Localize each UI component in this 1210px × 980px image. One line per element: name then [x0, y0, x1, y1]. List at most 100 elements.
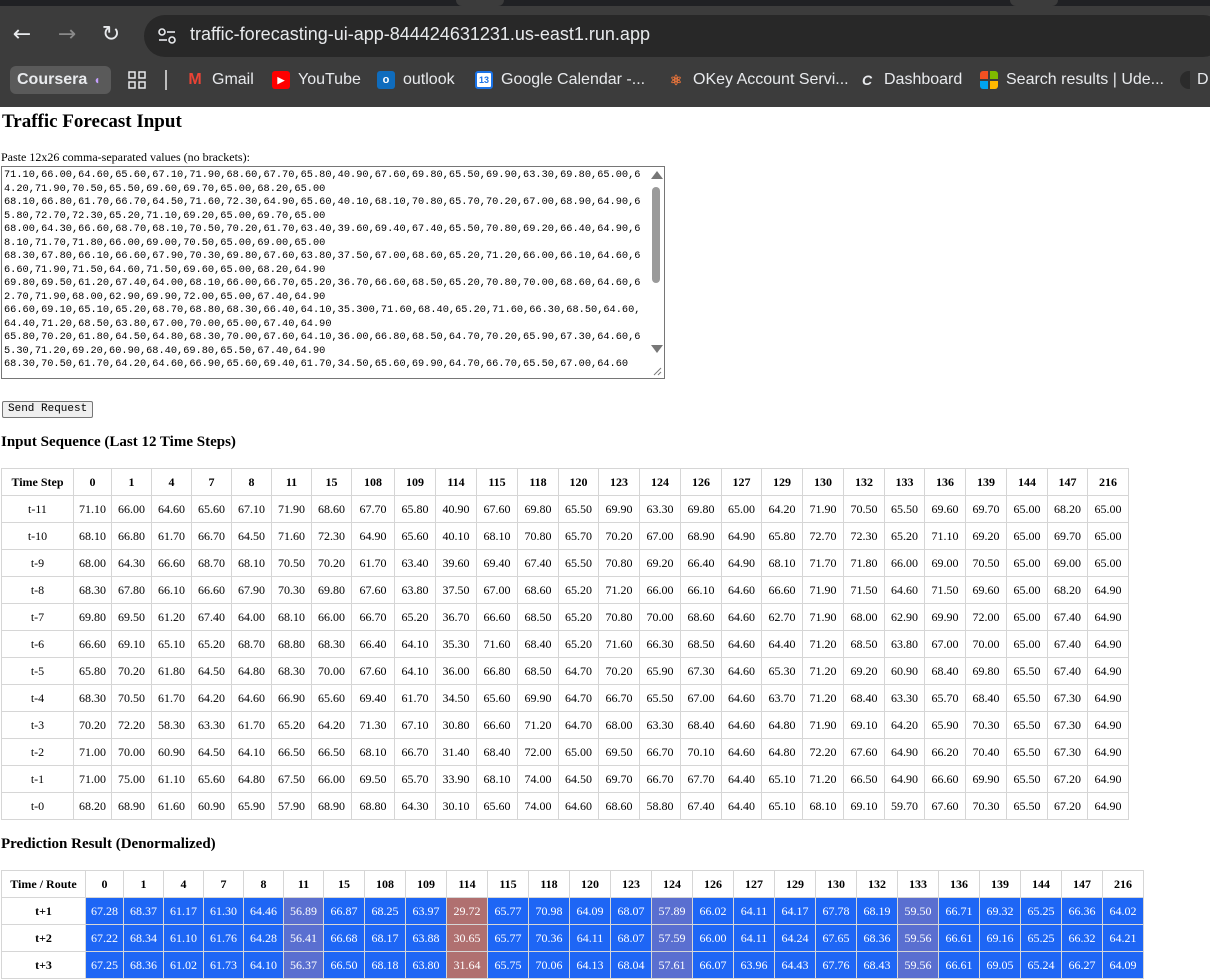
- table-cell: 67.60: [351, 657, 395, 685]
- table-cell: 70.80: [598, 549, 640, 577]
- table-cell: 64.20: [761, 495, 803, 523]
- table-cell: 67.80: [111, 576, 152, 604]
- table-cell: 69.10: [843, 792, 885, 820]
- table-cell: 71.00: [73, 738, 112, 766]
- okey-icon: ⚛: [669, 71, 683, 88]
- scroll-up-arrow-icon[interactable]: [651, 171, 663, 179]
- table-cell: 65.90: [231, 792, 272, 820]
- table-cell: 71.90: [271, 495, 312, 523]
- tab-edge: [456, 0, 504, 6]
- table-cell: 68.00: [843, 603, 885, 631]
- input-sequence-table: Time Step 0 1 4 7 8 11 15 108 109 114 115 118 120 123 1…: [1, 468, 1129, 820]
- table-cell: 66.68: [323, 924, 365, 952]
- row-label: t-4: [1, 684, 74, 712]
- table-cell: 72.00: [517, 738, 559, 766]
- table-cell: 65.50: [884, 495, 925, 523]
- forward-arrow-icon[interactable]: →: [54, 22, 80, 48]
- table-cell: 66.00: [311, 765, 352, 793]
- bookmark-youtube[interactable]: ▶ YouTube: [272, 66, 361, 94]
- table-cell: 61.76: [203, 924, 244, 952]
- send-request-button[interactable]: Send Request: [2, 401, 94, 418]
- reload-icon[interactable]: ↻: [98, 22, 124, 48]
- table-cell: 67.30: [1047, 684, 1088, 712]
- back-arrow-icon[interactable]: ←: [9, 22, 35, 48]
- table-cell: 64.50: [191, 738, 232, 766]
- bookmark-d[interactable]: D: [1180, 66, 1209, 94]
- table-cell: 69.80: [311, 576, 352, 604]
- site-settings-icon[interactable]: [156, 25, 178, 47]
- table-cell: 68.70: [191, 549, 232, 577]
- table-cell: 64.28: [243, 924, 284, 952]
- table-cell: 67.25: [85, 951, 124, 979]
- column-header: 1: [123, 870, 164, 898]
- bookmark-search-results[interactable]: Search results | Ude...: [980, 66, 1164, 94]
- bookmark-dashboard[interactable]: C Dashboard: [858, 66, 962, 94]
- table-cell: 69.40: [351, 684, 395, 712]
- table-cell: 67.40: [517, 549, 559, 577]
- table-cell: 67.70: [680, 765, 722, 793]
- input-sequence-heading: Input Sequence (Last 12 Time Steps): [1, 434, 236, 450]
- table-cell: 64.60: [721, 738, 762, 766]
- bookmark-outlook[interactable]: o outlook: [377, 66, 455, 94]
- row-label: t+2: [1, 924, 86, 952]
- coursera-icon: ◖: [93, 73, 101, 87]
- table-cell: 65.70: [394, 765, 436, 793]
- textarea-content[interactable]: 71.10,66.00,64.60,65.60,67.10,71.90,68.6…: [4, 169, 646, 376]
- bookmark-google-calendar[interactable]: 13 Google Calendar -...: [475, 66, 645, 94]
- table-cell: 64.90: [1087, 657, 1129, 685]
- bookmark-okey[interactable]: ⚛ OKey Account Servi...: [667, 66, 849, 94]
- browser-chrome: ← → ↻ traffic-forecasting-ui-app-8444246…: [0, 0, 1210, 107]
- textarea-scrollbar[interactable]: [648, 167, 664, 378]
- scroll-down-arrow-icon[interactable]: [651, 345, 663, 353]
- bookmark-gmail[interactable]: M Gmail: [186, 66, 253, 94]
- resize-grip-icon[interactable]: [652, 366, 662, 376]
- table-cell: 61.60: [151, 792, 192, 820]
- table-cell: 72.20: [802, 738, 844, 766]
- values-textarea[interactable]: 71.10,66.00,64.60,65.60,67.10,71.90,68.6…: [1, 166, 665, 379]
- table-cell: 67.60: [843, 738, 885, 766]
- table-cell: 68.60: [598, 792, 640, 820]
- column-header: 139: [979, 870, 1021, 898]
- table-cell: 64.60: [231, 684, 272, 712]
- table-cell: 65.20: [191, 630, 232, 658]
- row-label: t-9: [1, 549, 74, 577]
- table-cell: 67.40: [191, 603, 232, 631]
- bookmark-coursera[interactable]: Coursera ◖: [10, 66, 111, 94]
- tab-edge: [1010, 0, 1058, 6]
- table-cell: 68.90: [111, 792, 152, 820]
- table-row: t+1 67.28 68.37 61.17 61.30 64.46 56.89 66.87 68…: [1, 897, 1144, 925]
- table-cell: 71.20: [802, 630, 844, 658]
- apps-grid-icon[interactable]: [128, 66, 146, 94]
- table-cell: 65.60: [394, 522, 436, 550]
- column-header: 109: [405, 870, 447, 898]
- column-header: 11: [271, 468, 312, 496]
- table-cell: 65.50: [558, 495, 599, 523]
- table-cell: 64.80: [761, 711, 803, 739]
- table-cell: 65.75: [487, 951, 529, 979]
- table-cell: 68.90: [311, 792, 352, 820]
- table-cell: 69.40: [476, 549, 518, 577]
- table-cell: 66.40: [351, 630, 395, 658]
- table-cell: 68.04: [610, 951, 652, 979]
- table-cell: 70.00: [639, 603, 681, 631]
- scrollbar-thumb[interactable]: [652, 187, 660, 283]
- table-cell: 66.50: [311, 738, 352, 766]
- bookmark-icon: [1180, 71, 1190, 89]
- table-cell: 59.50: [897, 897, 939, 925]
- table-cell: 69.16: [979, 924, 1021, 952]
- address-bar[interactable]: traffic-forecasting-ui-app-844424631231.…: [144, 15, 1210, 57]
- table-cell: 66.20: [924, 738, 966, 766]
- table-cell: 66.00: [111, 495, 152, 523]
- table-cell: 71.10: [924, 522, 966, 550]
- table-cell: 65.20: [394, 603, 436, 631]
- table-cell: 67.30: [1047, 738, 1088, 766]
- table-cell: 61.80: [151, 657, 192, 685]
- url-text[interactable]: traffic-forecasting-ui-app-844424631231.…: [190, 24, 650, 45]
- table-cell: 64.90: [351, 522, 395, 550]
- table-cell: 69.90: [965, 765, 1007, 793]
- table-cell: 68.10: [351, 738, 395, 766]
- table-cell: 64.50: [231, 522, 272, 550]
- table-row: t-1 71.00 75.00 61.10 65.60 64.80 67.50 66.00 69…: [1, 765, 1129, 793]
- table-cell: 69.60: [965, 576, 1007, 604]
- table-cell: 65.60: [311, 684, 352, 712]
